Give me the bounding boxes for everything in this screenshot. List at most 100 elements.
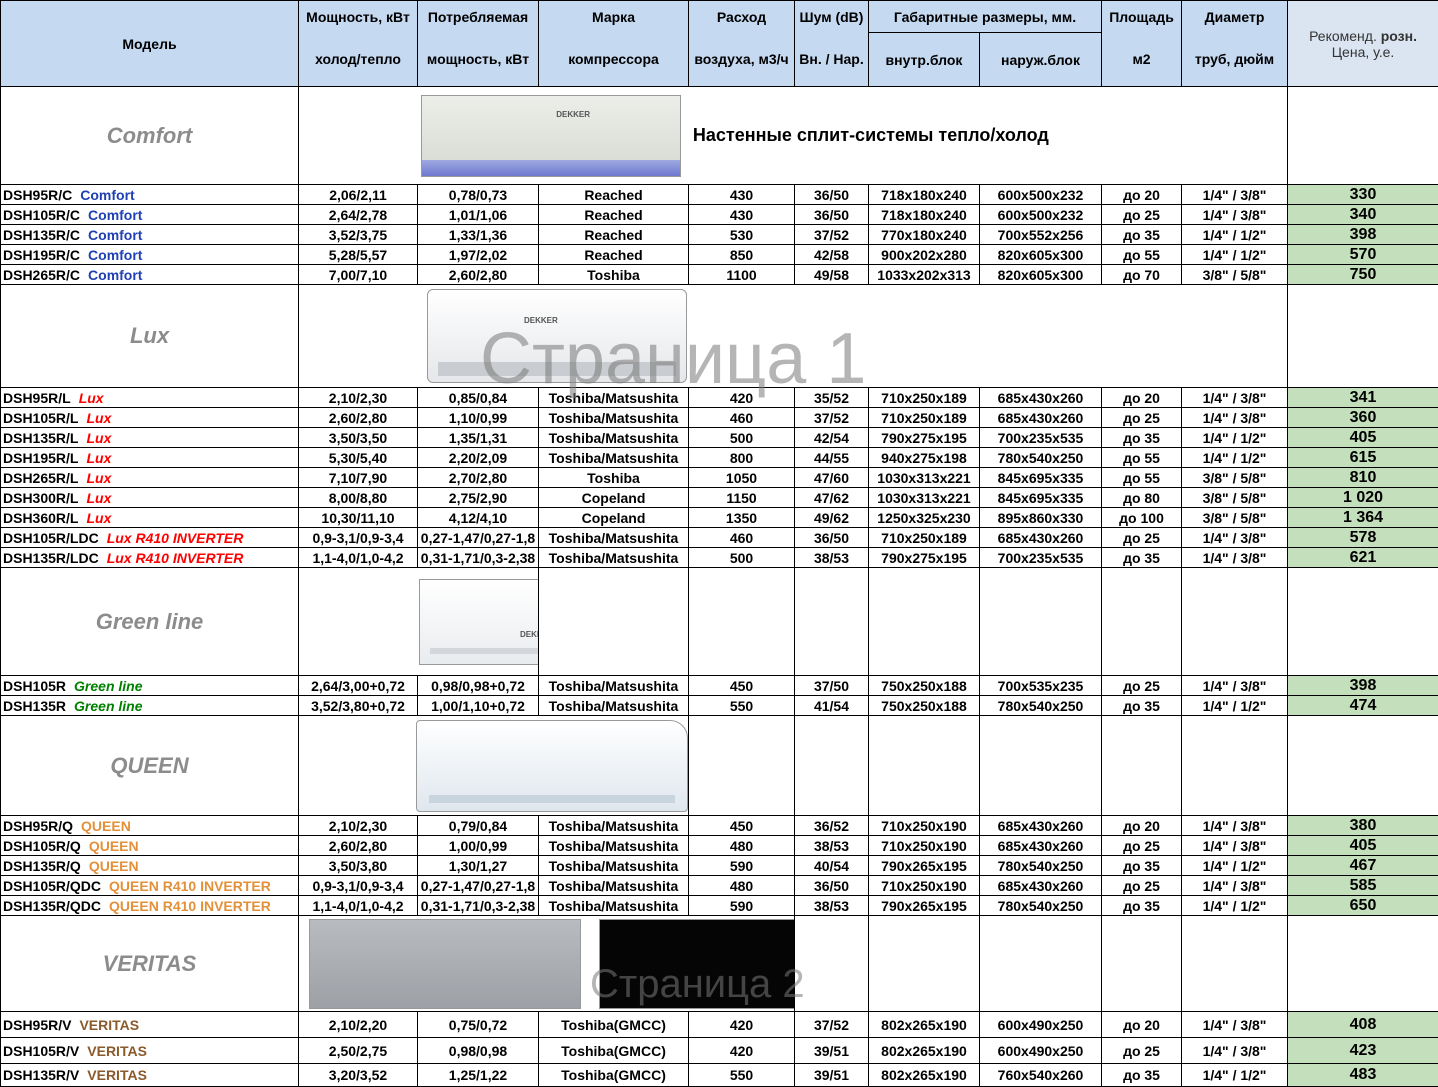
header-consumption-sub: мощность, кВт: [418, 33, 539, 87]
dim-outer-cell: 820x605x300: [980, 265, 1102, 285]
queen-empty-cell: [980, 716, 1102, 816]
price-cell: 1 020: [1288, 488, 1438, 508]
price-table: Модель Мощность, кВт Потребляемая Марка …: [0, 0, 1438, 1087]
model-cell: DSH360R/LLux: [1, 508, 299, 528]
header-dims-outer: наруж.блок: [980, 33, 1102, 87]
airflow-cell: 530: [689, 225, 795, 245]
green-image-cell: DEKKER: [299, 568, 539, 676]
compressor-cell: Reached: [539, 245, 689, 265]
power-cell: 5,28/5,57: [299, 245, 418, 265]
series-name: QUEEN: [81, 818, 131, 834]
model-cell: DSH195R/LLux: [1, 448, 299, 468]
header-dimensions: Габаритные размеры, мм.: [869, 1, 1102, 33]
table-row: DSH105R/QQUEEN2,60/2,801,00/0,99Toshiba/…: [1, 836, 1438, 856]
compressor-cell: Toshiba/Matsushita: [539, 428, 689, 448]
series-name: VERITAS: [87, 1067, 147, 1083]
series-name: Lux: [86, 430, 111, 446]
price-cell: 380: [1288, 816, 1438, 836]
area-cell: до 35: [1102, 428, 1182, 448]
table-row: DSH135R/QQUEEN3,50/3,801,30/1,27Toshiba/…: [1, 856, 1438, 876]
noise-cell: 41/54: [795, 696, 869, 716]
power-cell: 1,1-4,0/1,0-4,2: [299, 548, 418, 568]
price-cell: 405: [1288, 428, 1438, 448]
green-empty-cell: [689, 568, 795, 676]
compressor-cell: Toshiba/Matsushita: [539, 448, 689, 468]
section-veritas-banner: VERITAS: [1, 916, 1438, 1012]
model-cell: DSH265R/LLux: [1, 468, 299, 488]
model-cell: DSH135R/LLux: [1, 428, 299, 448]
noise-cell: 49/58: [795, 265, 869, 285]
price-cell: 621: [1288, 548, 1438, 568]
pipe-cell: 3/8" / 5/8": [1182, 265, 1288, 285]
noise-cell: 39/51: [795, 1038, 869, 1064]
consumption-cell: 2,70/2,80: [418, 468, 539, 488]
dim-outer-cell: 895x860x330: [980, 508, 1102, 528]
table-row: DSH105R/LDCLux R410 INVERTER0,9-3,1/0,9-…: [1, 528, 1438, 548]
noise-cell: 38/53: [795, 548, 869, 568]
airflow-cell: 550: [689, 1064, 795, 1087]
model-name: DSH265R/C: [3, 267, 80, 283]
price-cell: 483: [1288, 1064, 1438, 1087]
compressor-cell: Toshiba(GMCC): [539, 1064, 689, 1087]
area-cell: до 25: [1102, 205, 1182, 225]
dim-outer-cell: 685x430x260: [980, 528, 1102, 548]
header-price: Рекоменд. розн.Цена, у.е.: [1288, 1, 1438, 87]
airflow-cell: 1350: [689, 508, 795, 528]
model-name: DSH135R/QDC: [3, 898, 101, 914]
model-name: DSH105R: [3, 678, 66, 694]
dim-inner-cell: 802x265x190: [869, 1012, 980, 1038]
table-row: DSH95R/QQUEEN2,10/2,300,79/0,84Toshiba/M…: [1, 816, 1438, 836]
power-cell: 2,10/2,30: [299, 816, 418, 836]
ac-unit-veritas-black-image: [599, 919, 795, 1009]
power-cell: 3,52/3,80+0,72: [299, 696, 418, 716]
price-cell: 330: [1288, 185, 1438, 205]
green-empty-cell: [1102, 568, 1182, 676]
table-row: DSH135R/VVERITAS3,20/3,521,25/1,22Toshib…: [1, 1064, 1438, 1087]
veritas-empty-cell: [980, 916, 1102, 1012]
airflow-cell: 590: [689, 896, 795, 916]
power-cell: 3,50/3,50: [299, 428, 418, 448]
price-cell: 578: [1288, 528, 1438, 548]
compressor-cell: Reached: [539, 205, 689, 225]
section-comfort-banner: Comfort DEKKER Настенные сплит-системы т…: [1, 87, 1438, 185]
section-title-comfort: Comfort: [1, 87, 299, 185]
model-cell: DSH135R/LDCLux R410 INVERTER: [1, 548, 299, 568]
model-name: DSH195R/L: [3, 450, 78, 466]
dim-outer-cell: 600x500x232: [980, 205, 1102, 225]
brand-logo-comfort: DEKKER: [556, 110, 590, 119]
noise-cell: 37/50: [795, 676, 869, 696]
comfort-empty-cell: [1288, 87, 1438, 185]
power-cell: 2,10/2,20: [299, 1012, 418, 1038]
series-name: Lux: [86, 510, 111, 526]
area-cell: до 35: [1102, 896, 1182, 916]
header-price-line1: Рекоменд.: [1309, 28, 1381, 44]
power-cell: 0,9-3,1/0,9-3,4: [299, 528, 418, 548]
dim-outer-cell: 780x540x250: [980, 896, 1102, 916]
section-lux: Lux DEKKER DSH95R/LLux2,10/2,300,85/0,84…: [1, 285, 1438, 568]
consumption-cell: 0,98/0,98+0,72: [418, 676, 539, 696]
series-name: QUEEN: [89, 858, 139, 874]
dim-inner-cell: 802x265x190: [869, 1038, 980, 1064]
compressor-cell: Copeland: [539, 508, 689, 528]
power-cell: 2,64/3,00+0,72: [299, 676, 418, 696]
table-row: DSH135R/LDCLux R410 INVERTER1,1-4,0/1,0-…: [1, 548, 1438, 568]
series-name: Lux: [86, 490, 111, 506]
dim-inner-cell: 750x250x188: [869, 676, 980, 696]
comfort-caption: Настенные сплит-системы тепло/холод: [693, 125, 1049, 146]
dim-inner-cell: 710x250x189: [869, 528, 980, 548]
price-cell: 467: [1288, 856, 1438, 876]
model-name: DSH135R/V: [3, 1067, 79, 1083]
noise-cell: 37/52: [795, 225, 869, 245]
model-cell: DSH105R/LDCLux R410 INVERTER: [1, 528, 299, 548]
dim-inner-cell: 710x250x190: [869, 876, 980, 896]
dim-outer-cell: 845x695x335: [980, 488, 1102, 508]
header-model: Модель: [1, 1, 299, 87]
pipe-cell: 1/4" / 1/2": [1182, 1064, 1288, 1087]
dim-outer-cell: 700x552x256: [980, 225, 1102, 245]
dim-inner-cell: 790x275x195: [869, 548, 980, 568]
model-name: DSH135R/C: [3, 227, 80, 243]
ac-unit-lux-image: DEKKER: [427, 289, 687, 383]
dim-outer-cell: 820x605x300: [980, 245, 1102, 265]
consumption-cell: 1,25/1,22: [418, 1064, 539, 1087]
airflow-cell: 850: [689, 245, 795, 265]
